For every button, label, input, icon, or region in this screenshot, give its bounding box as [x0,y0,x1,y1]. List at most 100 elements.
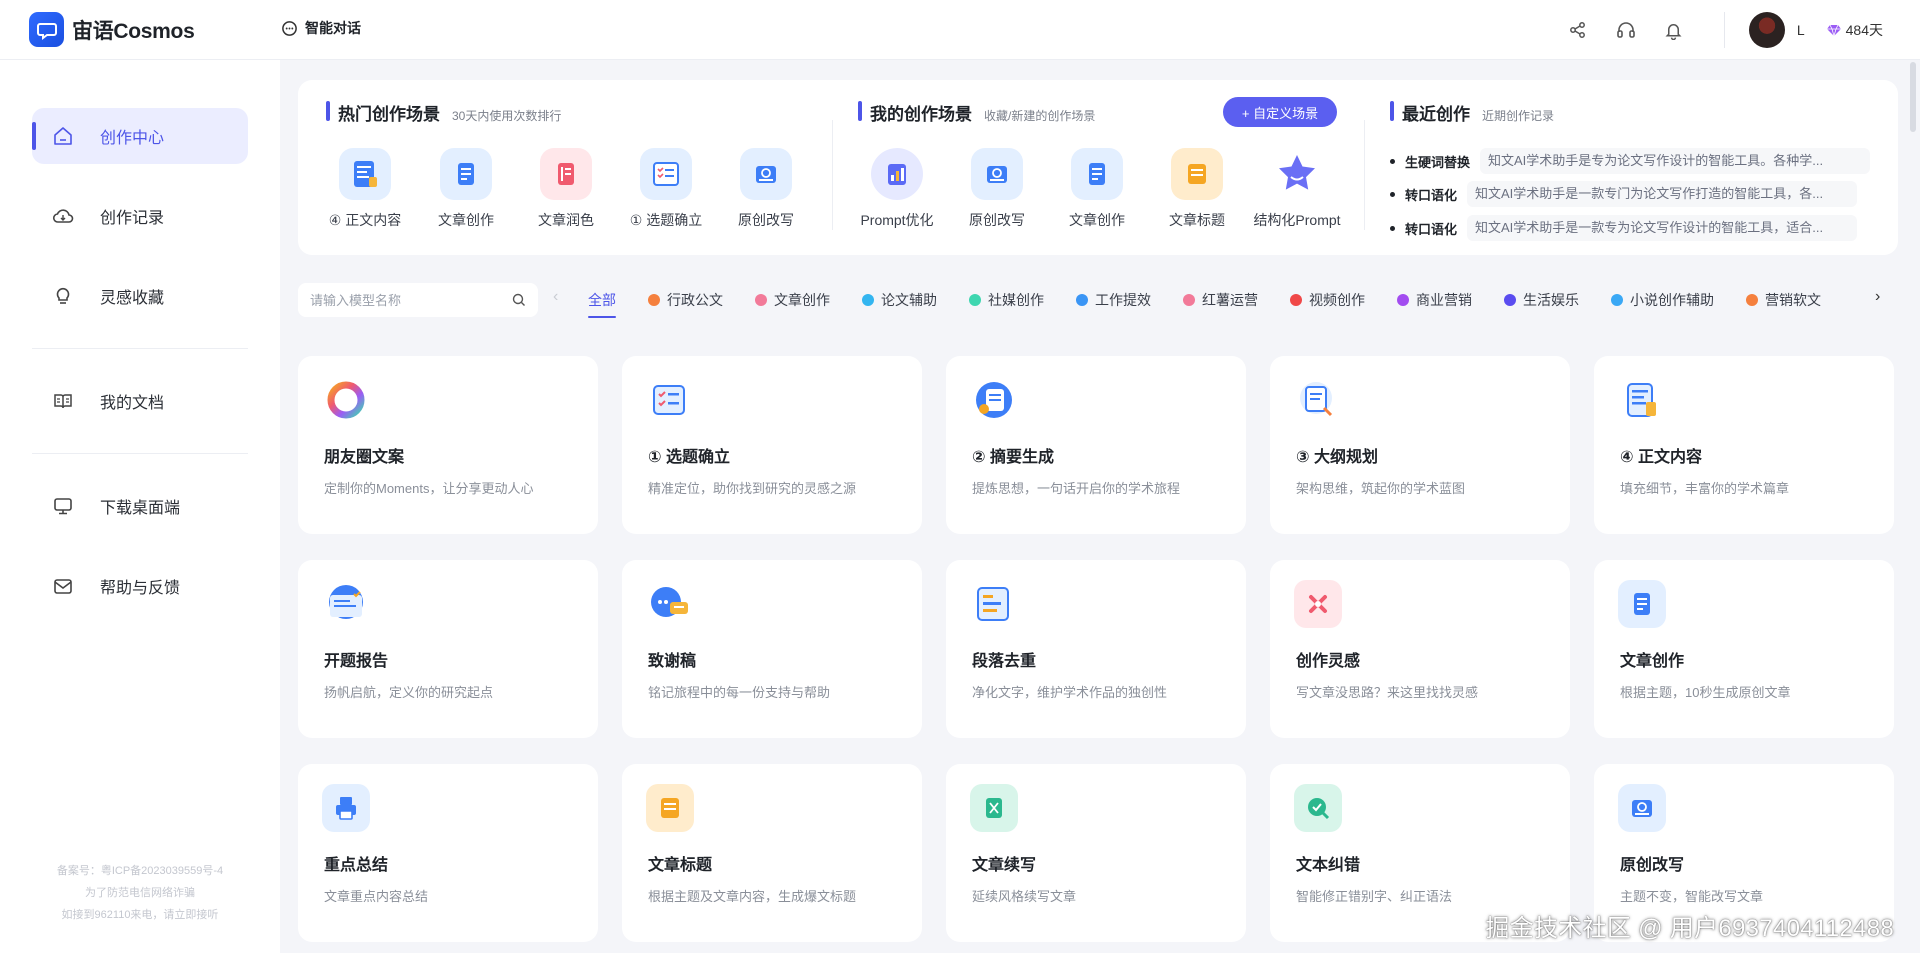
continue-icon [970,784,1018,832]
card-title: 文本纠错 [1296,857,1361,874]
model-card[interactable]: 文章续写 延续风格续写文章 [946,764,1246,942]
ring-icon [322,376,370,424]
model-card[interactable]: 创作灵感写文章没思路？来这里找找灵感 [1270,560,1570,738]
scene-body-content[interactable]: ④ 正文内容 [315,148,415,230]
model-card[interactable]: 文章标题根据主题及文章内容，生成爆文标题 [622,764,922,942]
scene-original-rewrite[interactable]: 原创改写 [716,148,816,230]
chat-icon [282,20,297,36]
scene-article-title[interactable]: 文章标题 [1147,148,1247,230]
checklist-icon [646,376,694,424]
card-title: 段落去重 [972,653,1037,670]
headphones-icon[interactable] [1614,18,1638,42]
search-box[interactable] [298,283,538,317]
membership-days[interactable]: 484天 [1826,20,1883,40]
scene-label: 文章润色 [538,212,594,228]
model-card[interactable]: 文章创作 根据主题，10秒生成原创文章 [1594,560,1894,738]
bell-icon[interactable] [1662,18,1686,42]
model-card[interactable]: ② 摘要生成 提炼思想，一句话开启你的学术旅程 [946,356,1246,534]
model-card[interactable]: ① 选题确立 精准定位，助你找到研究的灵感之源 [622,356,922,534]
recent-item[interactable]: 转口语化 知文AI学术助手是一款专门为论文写作打造的智能工具，各... [1390,181,1858,207]
category-label: 营销软文 [1765,292,1821,308]
sparkle-icon [1294,580,1342,628]
app-logo[interactable]: 宙语Cosmos [29,12,195,47]
category-dot-icon [862,294,874,306]
category-tab[interactable]: 社媒创作 [969,280,1044,320]
article-icon [440,148,492,200]
model-card[interactable]: 朋友圈文案 定制你的Moments，让分享更动人心 [298,356,598,534]
card-title: 重点总结 [324,857,389,874]
sidebar-item-history[interactable]: 创作记录 [32,188,248,244]
category-tab[interactable]: 视频创作 [1290,280,1365,320]
share-icon[interactable] [1566,18,1590,42]
category-tab[interactable]: 全部 [588,280,616,320]
diamond-icon [1826,24,1841,37]
accent-bar [1390,101,1394,121]
avatar[interactable] [1748,12,1785,48]
category-tab[interactable]: 商业营销 [1397,280,1472,320]
smart-chat-link[interactable]: 智能对话 [281,18,361,38]
scene-structured-prompt[interactable]: 结构化Prompt [1247,148,1347,230]
scene-original-rewrite[interactable]: 原创改写 [947,148,1047,230]
model-card[interactable]: 段落去重 净化文字，维护学术作品的独创性 [946,560,1246,738]
sidebar-item-help[interactable]: 帮助与反馈 [32,558,248,614]
summary-icon [970,376,1018,424]
section-title: 热门创作场景 [338,105,440,124]
card-title: 创作灵感 [1296,653,1361,670]
sidebar-item-download[interactable]: 下载桌面端 [32,478,248,534]
app-name: 宙语Cosmos [72,19,195,43]
sidebar-item-label: 下载桌面端 [100,500,181,517]
model-card[interactable]: ④ 正文内容 填充细节，丰富你的学术篇章 [1594,356,1894,534]
custom-scene-button[interactable]: + 自定义场景 [1223,97,1337,127]
card-description: 根据主题及文章内容，生成爆文标题 [648,889,857,904]
scenes-panel: 热门创作场景 30天内使用次数排行 ④ 正文内容 文章创作 文章润色 ① 选题确… [298,80,1898,255]
model-card[interactable]: 开题报告 扬帆启航，定义你的研究起点 [298,560,598,738]
icp-filing[interactable]: 备案号：粤ICP备2023039559号-4 为了防范电信网络诈骗 如接到962… [0,860,280,926]
card-description: 提炼思想，一句话开启你的学术旅程 [972,481,1181,496]
user-name[interactable]: L [1797,22,1805,38]
category-label: 全部 [588,292,616,308]
category-tab[interactable]: 论文辅助 [862,280,937,320]
home-icon [54,127,72,145]
recent-header: 最近创作 近期创作记录 [1390,100,1554,125]
chevron-left-icon[interactable]: ‹ [553,288,558,306]
recent-item[interactable]: 生硬词替换 知文AI学术助手是专为论文写作设计的智能工具。各种学... [1390,148,1871,174]
recent-name: 转口语化 [1405,221,1458,237]
model-card[interactable]: 重点总结文章重点内容总结 [298,764,598,942]
section-subtitle: 30天内使用次数排行 [452,109,562,123]
scene-topic-selection[interactable]: ① 选题确立 [616,148,716,230]
recent-name: 转口语化 [1405,187,1458,203]
check-icon [1294,784,1342,832]
chevron-right-icon[interactable]: › [1875,288,1880,306]
recent-item[interactable]: 转口语化 知文AI学术助手是一款专为论文写作设计的智能工具，适合... [1390,215,1858,241]
category-dot-icon [1183,294,1195,306]
category-tab[interactable]: 行政公文 [648,280,723,320]
category-label: 红薯运营 [1202,292,1258,308]
category-tab[interactable]: 小说创作辅助 [1611,280,1714,320]
scene-article-polish[interactable]: 文章润色 [516,148,616,230]
scene-label: 原创改写 [969,212,1025,228]
category-tab[interactable]: 红薯运营 [1183,280,1258,320]
search-input[interactable] [310,292,500,308]
search-icon[interactable] [512,293,526,307]
model-card[interactable]: 致谢稿 铭记旅程中的每一份支持与帮助 [622,560,922,738]
hot-scenes-header: 热门创作场景 30天内使用次数排行 [326,100,562,125]
card-title: 朋友圈文案 [324,449,405,466]
sidebar-item-favorites[interactable]: 灵感收藏 [32,268,248,324]
scene-article-creation[interactable]: 文章创作 [1047,148,1147,230]
category-label: 文章创作 [774,292,830,308]
card-description: 文章重点内容总结 [324,889,429,904]
scrollbar[interactable] [1910,62,1916,132]
scene-article-creation[interactable]: 文章创作 [416,148,516,230]
category-label: 生活娱乐 [1523,292,1579,308]
sidebar-divider [32,348,248,349]
card-title: 文章标题 [648,857,713,874]
category-tab[interactable]: 营销软文 [1746,280,1821,320]
scene-prompt-optimize[interactable]: Prompt优化 [847,148,947,230]
category-tab[interactable]: 文章创作 [755,280,830,320]
model-card[interactable]: ③ 大纲规划 架构思维，筑起你的学术蓝图 [1270,356,1570,534]
category-tab[interactable]: 生活娱乐 [1504,280,1579,320]
card-description: 写文章没思路？来这里找找灵感 [1296,685,1479,700]
category-tab[interactable]: 工作提效 [1076,280,1151,320]
sidebar-item-create-center[interactable]: 创作中心 [32,108,248,164]
sidebar-item-documents[interactable]: 我的文档 [32,373,248,429]
